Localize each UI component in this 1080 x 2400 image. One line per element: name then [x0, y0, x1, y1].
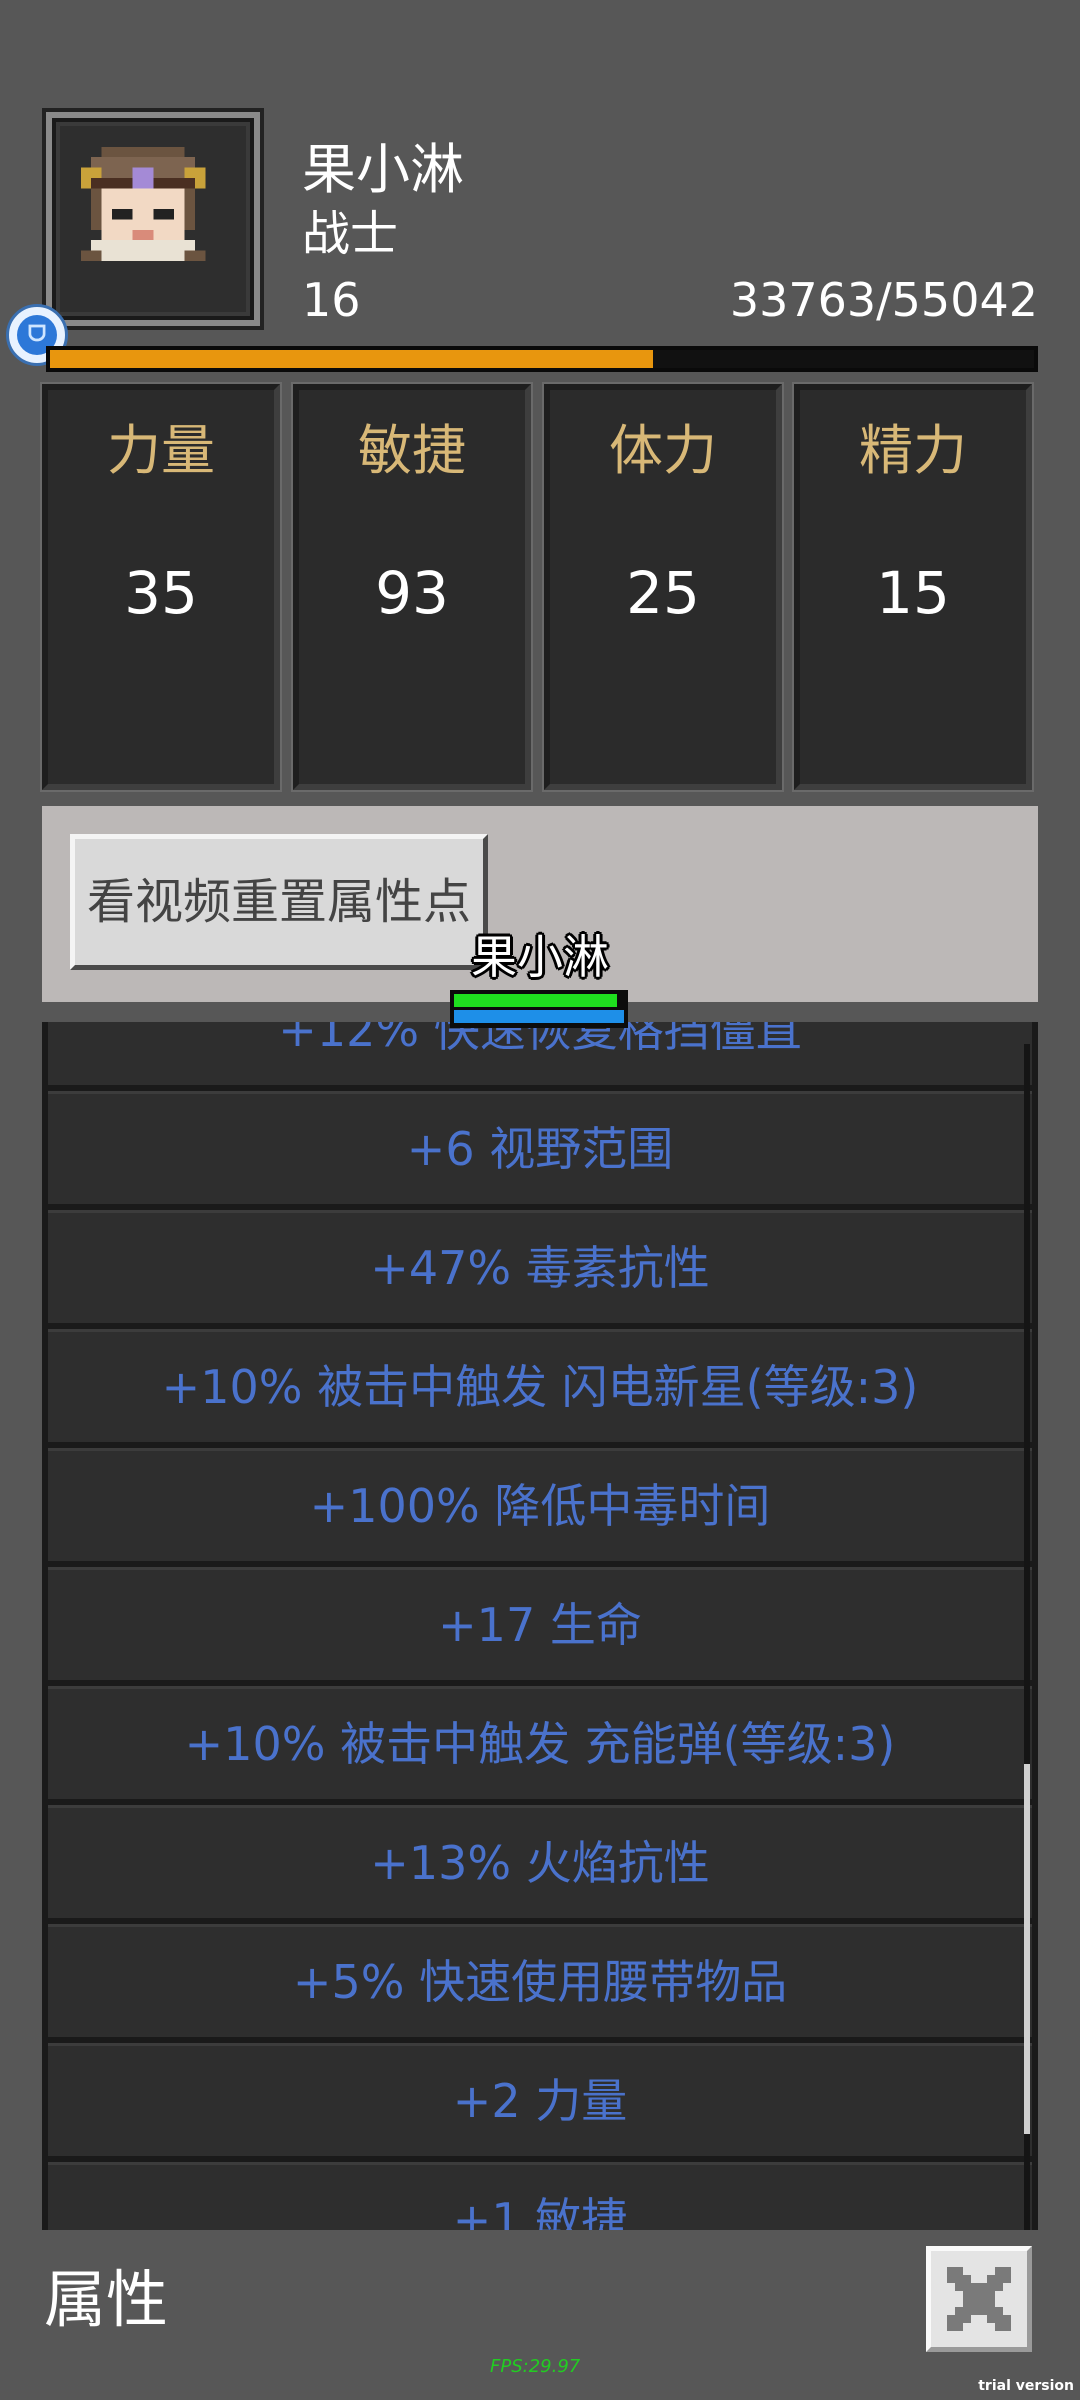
- stat-card-energy[interactable]: 精力 15: [794, 384, 1032, 790]
- experience-text: 33763/55042: [729, 273, 1038, 327]
- stat-label: 精力: [859, 419, 967, 482]
- attribute-list-scrollbar[interactable]: [1024, 1044, 1030, 2230]
- attribute-row: +13% 火焰抗性: [48, 1805, 1032, 1918]
- attribute-row: +5% 快速使用腰带物品: [48, 1924, 1032, 2037]
- character-portrait[interactable]: [42, 108, 264, 330]
- trial-version-label: trial version: [978, 2378, 1074, 2394]
- experience-bar: [46, 346, 1038, 372]
- experience-bar-fill: [50, 350, 654, 368]
- stat-card-strength[interactable]: 力量 35: [42, 384, 280, 790]
- stat-card-agility[interactable]: 敏捷 93: [293, 384, 531, 790]
- attribute-row: +17 生命: [48, 1567, 1032, 1680]
- panel-title: 属性: [44, 2263, 169, 2336]
- attribute-row: +1 敏捷: [48, 2162, 1032, 2230]
- scrollbar-thumb[interactable]: [1024, 1764, 1030, 2134]
- character-name: 果小淋: [302, 138, 464, 201]
- close-button[interactable]: [926, 2246, 1032, 2352]
- character-class: 战士: [302, 206, 399, 262]
- stat-value: 15: [876, 559, 950, 627]
- attribute-list[interactable]: +12% 快速恢复格挡僵直 +6 视野范围 +47% 毒素抗性 +10% 被击中触发 …: [42, 1022, 1038, 2230]
- stat-label: 敏捷: [358, 419, 466, 482]
- close-x-icon: [947, 2267, 1011, 2331]
- fps-counter: FPS:29.97: [490, 2356, 581, 2377]
- stat-value: 25: [626, 559, 700, 627]
- attribute-row: +10% 被击中触发 充能弹(等级:3): [48, 1686, 1032, 1799]
- stat-label: 体力: [609, 419, 717, 482]
- portrait-image: [60, 126, 246, 312]
- attribute-row: +47% 毒素抗性: [48, 1210, 1032, 1323]
- attribute-row: +2 力量: [48, 2043, 1032, 2156]
- health-bar: [454, 994, 618, 1007]
- mana-bar: [454, 1010, 624, 1023]
- attribute-row: +6 视野范围: [48, 1091, 1032, 1204]
- attribute-row: +10% 被击中触发 闪电新星(等级:3): [48, 1329, 1032, 1442]
- stat-label: 力量: [107, 419, 215, 482]
- floating-health-mana-bars: [450, 990, 628, 1028]
- reset-attributes-button[interactable]: 看视频重置属性点: [70, 834, 488, 970]
- character-level: 16: [302, 273, 361, 327]
- stat-value: 35: [124, 559, 198, 627]
- stat-value: 93: [375, 559, 449, 627]
- floating-character-name: 果小淋: [471, 930, 609, 984]
- attribute-row: +100% 降低中毒时间: [48, 1448, 1032, 1561]
- stat-card-vitality[interactable]: 体力 25: [544, 384, 782, 790]
- attribute-row: +12% 快速恢复格挡僵直: [48, 1022, 1032, 1085]
